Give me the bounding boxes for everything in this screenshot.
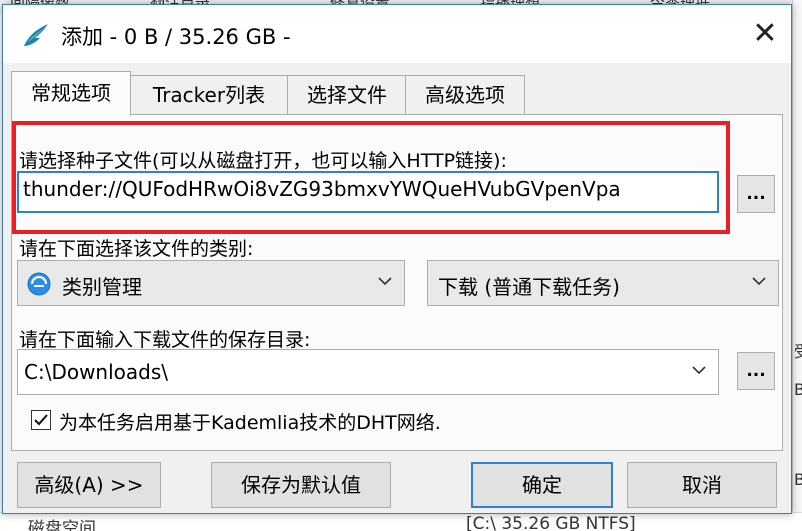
close-button[interactable]: ✕: [747, 17, 783, 53]
background-text: 磁盘空间: [28, 519, 96, 531]
category-selected-text: 类别管理: [62, 275, 142, 299]
save-directory-value: C:\Downloads\: [24, 360, 169, 384]
title-bar[interactable]: 添加 - 0 B / 35.26 GB - ✕: [3, 5, 791, 63]
task-type-select[interactable]: 下载 (普通下载任务): [427, 260, 779, 306]
dialog-title: 添加 - 0 B / 35.26 GB -: [61, 25, 291, 49]
torrent-file-label: 请选择种子文件(可以从磁盘打开，也可以输入HTTP链接):: [19, 150, 507, 172]
app-bird-icon: [24, 24, 48, 46]
tab-general[interactable]: 常规选项: [11, 71, 131, 116]
background-text: [C:\ 35.26 GB NTFS]: [466, 514, 636, 531]
browse-torrent-button[interactable]: ...: [737, 175, 775, 213]
checkmark-icon: [34, 414, 48, 426]
advanced-button[interactable]: 高级(A) >>: [17, 462, 161, 508]
background-text: B: [794, 380, 802, 399]
category-label: 请在下面选择该文件的类别:: [19, 238, 254, 260]
chevron-down-icon: [692, 366, 706, 375]
background-text: 受: [794, 338, 802, 362]
background-text: B: [794, 470, 802, 489]
browse-directory-button[interactable]: ...: [737, 352, 775, 390]
dht-checkbox[interactable]: [31, 410, 51, 430]
save-directory-label: 请在下面输入下载文件的保存目录:: [19, 329, 311, 351]
background-window-bottom: 磁盘空间 [C:\ 35.26 GB NTFS]: [0, 512, 802, 531]
category-select[interactable]: 类别管理: [17, 260, 405, 306]
task-type-selected-text: 下载 (普通下载任务): [438, 275, 620, 299]
save-directory-combo[interactable]: C:\Downloads\: [17, 349, 719, 395]
chevron-down-icon: [752, 277, 766, 286]
cancel-button[interactable]: 取消: [627, 462, 777, 508]
chevron-down-icon: [378, 277, 392, 286]
torrent-link-value: thunder://QUFodHRwOi8vZG93bmxvYWQueHVubG…: [23, 177, 621, 201]
add-torrent-dialog: 添加 - 0 B / 35.26 GB - ✕ 常规选项 Tracker列表 选…: [2, 4, 792, 514]
ok-button[interactable]: 确定: [471, 462, 613, 508]
close-icon: ✕: [752, 16, 778, 51]
tab-select-files[interactable]: 选择文件: [287, 75, 407, 114]
tab-tracker-list[interactable]: Tracker列表: [129, 75, 289, 114]
category-globe-icon: [27, 272, 51, 296]
background-window-right: 受 B B: [792, 0, 802, 530]
tab-advanced[interactable]: 高级选项: [405, 75, 525, 114]
torrent-link-input[interactable]: thunder://QUFodHRwOi8vZG93bmxvYWQueHVubG…: [17, 171, 719, 213]
save-as-default-button[interactable]: 保存为默认值: [211, 462, 391, 508]
dht-label: 为本任务启用基于Kademlia技术的DHT网络.: [59, 412, 441, 434]
